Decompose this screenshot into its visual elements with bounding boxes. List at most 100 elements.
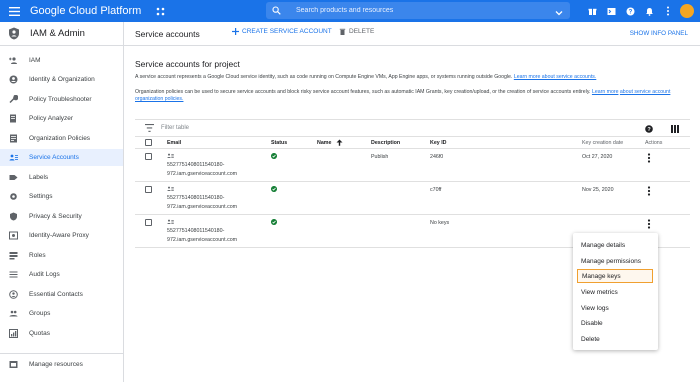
sidebar-item-essential-contacts[interactable]: Essential Contacts: [0, 286, 123, 303]
row-checkbox[interactable]: [145, 219, 152, 226]
sidebar-item-label: Identity-Aware Proxy: [29, 232, 89, 239]
top-app-bar: Google Cloud Platform ?: [0, 0, 700, 22]
key-id-cell: 246f0: [430, 154, 444, 160]
org-policy-description: Organization policies can be used to sec…: [135, 89, 695, 103]
column-description[interactable]: Description: [371, 140, 400, 146]
column-status[interactable]: Status: [271, 140, 287, 146]
contacts-icon: [9, 290, 18, 299]
status-enabled-icon: [271, 219, 277, 225]
svg-text:?: ?: [628, 9, 632, 15]
sidebar-item-label: Labels: [29, 174, 49, 181]
sidebar-item-label: Manage resources: [29, 361, 83, 368]
page-title: Service accounts: [135, 28, 200, 39]
person-add-icon: [9, 56, 18, 65]
sidebar-item-label: Audit Logs: [29, 271, 60, 278]
list-doc-icon: [9, 134, 18, 143]
help-icon[interactable]: ?: [623, 4, 637, 18]
sidebar-item-policy-analyzer[interactable]: Policy Analyzer: [0, 110, 123, 127]
key-id-cell: No keys: [430, 220, 450, 226]
menu-item-manage-keys[interactable]: Manage keys: [577, 269, 653, 283]
gift-icon[interactable]: [585, 4, 599, 18]
more-vert-icon[interactable]: [647, 186, 651, 196]
create-service-account-button[interactable]: CREATE SERVICE ACCOUNT: [232, 28, 332, 35]
table-row[interactable]: 5527751408011540180- 972.iam.gserviceacco…: [135, 182, 690, 215]
filter-icon[interactable]: [145, 124, 154, 132]
sort-arrow-up-icon[interactable]: [336, 139, 343, 146]
key-id-cell: c70ff: [430, 187, 442, 193]
list-icon: [9, 270, 18, 279]
sidebar-title: IAM & Admin: [30, 28, 85, 39]
trash-icon: [339, 28, 346, 35]
notifications-icon[interactable]: [642, 4, 656, 18]
more-vert-icon[interactable]: [647, 153, 651, 163]
document-search-icon: [9, 114, 18, 123]
sidebar-item-label: Organization Policies: [29, 135, 91, 142]
avatar[interactable]: [680, 4, 694, 18]
menu-item-delete[interactable]: Delete: [573, 332, 658, 346]
service-accounts-table: Filter table ? Email Status Name Descrip…: [135, 119, 690, 248]
help-icon[interactable]: ?: [645, 125, 653, 133]
sidebar-item-roles[interactable]: Roles: [0, 247, 123, 264]
folder-icon: [9, 360, 18, 369]
email-cell[interactable]: 5527751408011540180- 972.iam.gserviceacco…: [167, 227, 287, 245]
action-bar: Service accounts CREATE SERVICE ACCOUNT …: [124, 22, 700, 46]
column-key-id[interactable]: Key ID: [430, 140, 447, 146]
product-brand[interactable]: Google Cloud Platform: [30, 5, 141, 17]
hamburger-menu-icon[interactable]: [0, 0, 28, 22]
project-selector-icon[interactable]: [153, 4, 167, 18]
description-text: Organization policies can be used to sec…: [135, 89, 591, 95]
sidebar-item-organization-policies[interactable]: Organization Policies: [0, 130, 123, 147]
more-vert-icon[interactable]: [661, 4, 675, 18]
more-vert-icon[interactable]: [647, 219, 651, 229]
sidebar-item-manage-resources[interactable]: Manage resources: [0, 356, 123, 373]
menu-item-disable[interactable]: Disable: [573, 316, 658, 330]
search-bar[interactable]: [266, 2, 570, 19]
row-checkbox[interactable]: [145, 153, 152, 160]
sidebar-item-label: Policy Troubleshooter: [29, 96, 92, 103]
sidebar-item-label: Privacy & Security: [29, 213, 82, 220]
menu-item-manage-details[interactable]: Manage details: [573, 238, 658, 252]
email-cell[interactable]: 5527751408011540180- 972.iam.gserviceacco…: [167, 161, 287, 179]
delete-button[interactable]: DELETE: [339, 28, 374, 35]
sidebar-item-identity-aware-proxy[interactable]: Identity-Aware Proxy: [0, 227, 123, 244]
sidebar-item-iam[interactable]: IAM: [0, 52, 123, 69]
row-checkbox[interactable]: [145, 186, 152, 193]
learn-more-link[interactable]: Learn more about service accounts.: [514, 74, 596, 80]
learn-more-link[interactable]: Learn more: [592, 89, 619, 95]
sidebar-item-label: Service Accounts: [29, 154, 79, 161]
email-cell[interactable]: 5527751408011540180- 972.iam.gserviceacco…: [167, 194, 287, 212]
sidebar-item-policy-troubleshooter[interactable]: Policy Troubleshooter: [0, 91, 123, 108]
table-row[interactable]: 5527751408011540180- 972.iam.gserviceacco…: [135, 149, 690, 182]
filter-input[interactable]: Filter table: [161, 125, 189, 131]
menu-item-view-metrics[interactable]: View metrics: [573, 285, 658, 299]
sidebar-item-quotas[interactable]: Quotas: [0, 325, 123, 342]
status-enabled-icon: [271, 186, 277, 192]
sidebar-item-settings[interactable]: Settings: [0, 188, 123, 205]
sidebar-item-groups[interactable]: Groups: [0, 305, 123, 322]
column-key-creation-date[interactable]: Key creation date: [582, 140, 623, 146]
sidebar-item-identity-organization[interactable]: Identity & Organization: [0, 71, 123, 88]
menu-item-view-logs[interactable]: View logs: [573, 301, 658, 315]
cloud-shell-icon[interactable]: [604, 4, 618, 18]
table-header: Email Status Name Description Key ID Key…: [135, 137, 690, 149]
column-name[interactable]: Name: [317, 140, 331, 146]
content-title: Service accounts for project: [135, 59, 240, 69]
sidebar-item-privacy-security[interactable]: Privacy & Security: [0, 208, 123, 225]
chevron-down-icon[interactable]: [554, 5, 564, 23]
sidebar-item-label: Essential Contacts: [29, 291, 83, 298]
show-info-panel-button[interactable]: SHOW INFO PANEL: [630, 30, 688, 37]
select-all-checkbox[interactable]: [145, 139, 152, 146]
sidebar-item-audit-logs[interactable]: Audit Logs: [0, 266, 123, 283]
menu-item-manage-permissions[interactable]: Manage permissions: [573, 254, 658, 268]
filter-bar: Filter table ?: [135, 119, 690, 137]
column-display-icon[interactable]: [671, 125, 679, 133]
search-icon: [272, 5, 284, 17]
description-cell: Publish: [371, 154, 389, 160]
row-actions-menu: Manage details Manage permissions Manage…: [573, 233, 658, 350]
column-email[interactable]: Email: [167, 140, 181, 146]
sidebar-item-service-accounts[interactable]: Service Accounts: [0, 149, 123, 166]
proxy-icon: [9, 231, 18, 240]
search-input[interactable]: [296, 7, 536, 14]
sidebar-item-labels[interactable]: Labels: [0, 169, 123, 186]
account-circle-icon: [9, 75, 18, 84]
